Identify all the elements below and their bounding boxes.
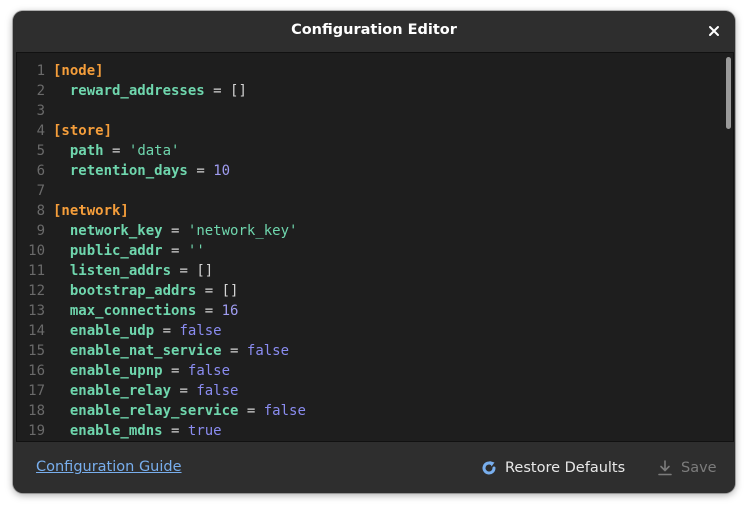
refresh-icon [481,460,497,476]
section-header: [node] [53,63,104,79]
code-line: 18 enable_relay_service = false [17,401,727,421]
assign-operator: = [246,403,256,419]
config-key: enable_nat_service [69,343,222,359]
config-key: enable_relay_service [69,403,239,419]
line-number: 1 [36,63,45,79]
line-number: 11 [28,263,45,279]
code-line: 8 [network] [17,201,727,221]
save-button[interactable]: Save [658,453,717,483]
config-key: enable_udp [69,323,155,339]
dialog-title: Configuration Editor [291,22,457,38]
config-value: 'data' [128,143,180,159]
assign-operator: = [196,163,205,179]
config-value: false [179,323,222,339]
code-line: 3 [17,101,727,121]
download-icon [658,460,672,476]
assign-operator: = [179,383,188,399]
config-value: [] [221,283,239,299]
restore-defaults-button[interactable]: Restore Defaults [481,453,625,483]
configuration-guide-link[interactable]: Configuration Guide [36,459,182,475]
assign-operator: = [230,343,239,359]
line-number: 2 [36,83,45,99]
code-line: 16 enable_upnp = false [17,361,727,381]
code-line: 6 retention_days = 10 [17,161,727,181]
close-icon [708,22,720,41]
config-key: bootstrap_addrs [69,283,197,299]
assign-operator: = [162,323,172,339]
line-number: 10 [28,243,45,259]
code-editor[interactable]: 1 [node] 2 reward_addresses = [] 3 4 [store]… [16,52,734,442]
line-number: 17 [28,383,45,399]
config-value: '' [187,243,205,259]
line-number: 5 [36,143,45,159]
assign-operator: = [179,263,188,279]
dialog-footer: Configuration Guide Restore Defaults Sav… [13,442,735,493]
code-line: 9 network_key = 'network_key' [17,221,727,241]
config-key: reward_addresses [69,83,205,99]
section-header: [network] [53,203,129,219]
line-number: 13 [28,303,45,319]
configuration-editor-dialog: Configuration Editor 1 [node] 2 reward_add… [13,11,735,493]
assign-operator: = [204,303,214,319]
config-value: 'network_key' [187,223,298,239]
code-line: 12 bootstrap_addrs = [] [17,281,727,301]
config-key: public_addr [69,243,163,259]
config-value: false [187,363,231,379]
line-number: 19 [28,423,45,439]
code-line: 7 [17,181,727,201]
code-line: 4 [store] [17,121,727,141]
line-number: 6 [36,163,45,179]
close-button[interactable] [703,20,725,42]
assign-operator: = [171,363,180,379]
line-number: 3 [36,103,45,119]
config-key: enable_upnp [69,363,163,379]
assign-operator: = [171,223,180,239]
restore-defaults-label: Restore Defaults [505,460,626,476]
line-number: 16 [28,363,45,379]
code-lines: 1 [node] 2 reward_addresses = [] 3 4 [store]… [17,61,727,441]
config-value: false [246,343,290,359]
assign-operator: = [171,423,180,439]
code-line: 13 max_connections = 16 [17,301,727,321]
code-line: 1 [node] [17,61,727,81]
assign-operator: = [204,283,214,299]
config-value: [] [196,263,214,279]
code-line: 2 reward_addresses = [] [17,81,727,101]
title-bar: Configuration Editor [13,11,735,51]
code-line: 15 enable_nat_service = false [17,341,727,361]
code-line: 19 enable_mdns = true [17,421,727,441]
code-line: 5 path = 'data' [17,141,727,161]
line-number: 14 [28,323,45,339]
config-value: 10 [213,163,231,179]
config-value: false [263,403,306,419]
config-value: true [187,423,222,439]
line-number: 9 [36,223,45,239]
save-label: Save [681,460,717,476]
config-key: retention_days [69,163,188,179]
config-value: [] [230,83,247,99]
assign-operator: = [112,143,121,159]
config-key: network_key [69,223,163,239]
line-number: 8 [36,203,45,219]
section-header: [store] [53,123,113,139]
assign-operator: = [171,243,180,259]
line-number: 4 [36,123,45,139]
code-line: 17 enable_relay = false [17,381,727,401]
assign-operator: = [213,83,222,99]
config-key: max_connections [69,303,197,319]
code-line: 10 public_addr = '' [17,241,727,261]
vertical-scrollbar[interactable] [726,57,731,129]
config-value: false [196,383,239,399]
line-number: 18 [28,403,45,419]
line-number: 12 [28,283,45,299]
config-key: enable_mdns [69,423,163,439]
config-key: path [69,143,104,159]
config-key: listen_addrs [69,263,172,279]
config-value: 16 [221,303,239,319]
code-line: 14 enable_udp = false [17,321,727,341]
line-number: 15 [28,343,45,359]
code-line: 11 listen_addrs = [] [17,261,727,281]
line-number: 7 [36,183,45,199]
config-key: enable_relay [69,383,172,399]
